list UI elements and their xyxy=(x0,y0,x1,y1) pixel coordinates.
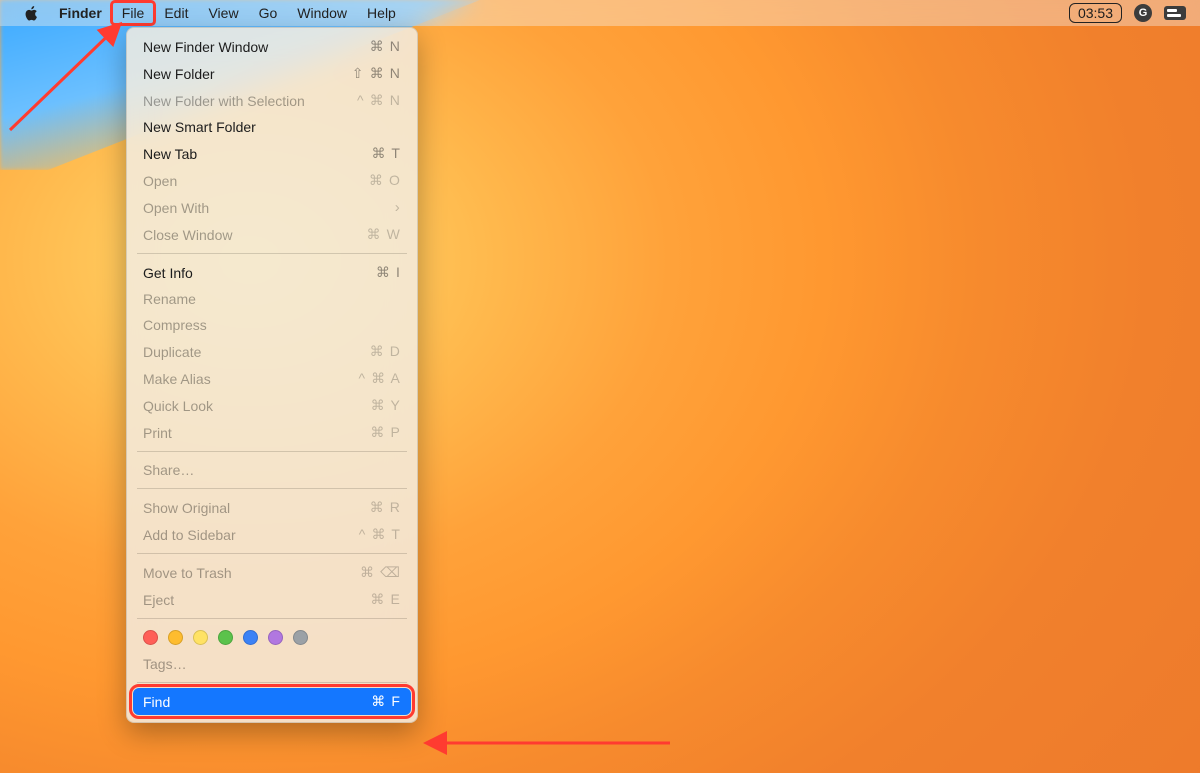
menu-item-print: Print ⌘ P xyxy=(127,419,417,446)
menu-separator xyxy=(137,488,407,489)
menu-item-get-info[interactable]: Get Info ⌘ I xyxy=(127,259,417,286)
menu-item-shortcut: ⌘ ⌫ xyxy=(360,564,401,581)
menu-item-shortcut: ⌘ E xyxy=(370,591,401,608)
menu-item-quick-look: Quick Look ⌘ Y xyxy=(127,392,417,419)
menu-item-show-original: Show Original ⌘ R xyxy=(127,494,417,521)
menu-item-label: Add to Sidebar xyxy=(143,527,236,543)
menu-separator xyxy=(137,553,407,554)
menu-item-duplicate: Duplicate ⌘ D xyxy=(127,338,417,365)
menu-item-label: Open With xyxy=(143,200,209,216)
menu-item-rename: Rename xyxy=(127,286,417,312)
menu-item-label: Open xyxy=(143,173,177,189)
menu-separator xyxy=(137,451,407,452)
menu-item-label: Print xyxy=(143,425,172,441)
menu-item-new-folder[interactable]: New Folder ⇧ ⌘ N xyxy=(127,60,417,87)
menu-item-new-finder-window[interactable]: New Finder Window ⌘ N xyxy=(127,33,417,60)
menubar-app[interactable]: Finder xyxy=(49,2,112,24)
menu-item-shortcut: ^ ⌘ T xyxy=(359,526,401,543)
menubar-item-go[interactable]: Go xyxy=(249,2,288,24)
menubar: Finder FileEditViewGoWindowHelp 03:53 G xyxy=(0,0,1200,26)
menu-item-label: Find xyxy=(143,694,170,710)
tag-color-dot[interactable] xyxy=(293,630,308,645)
menubar-item-window[interactable]: Window xyxy=(287,2,357,24)
menu-item-label: Share… xyxy=(143,462,194,478)
menu-item-move-to-trash: Move to Trash ⌘ ⌫ xyxy=(127,559,417,586)
tag-color-dot[interactable] xyxy=(218,630,233,645)
menubar-item-file[interactable]: File xyxy=(112,2,155,24)
control-center-icon[interactable] xyxy=(1164,6,1186,20)
menubar-item-view[interactable]: View xyxy=(198,2,248,24)
menu-item-shortcut: ⌘ T xyxy=(371,145,401,162)
menu-item-shortcut: ⌘ O xyxy=(369,172,401,189)
grammarly-menubar-icon[interactable]: G xyxy=(1134,4,1152,22)
menu-item-open: Open ⌘ O xyxy=(127,167,417,194)
file-menu-dropdown: New Finder Window⌘ NNew Folder⇧ ⌘ NNew F… xyxy=(126,27,418,723)
menu-item-label: New Smart Folder xyxy=(143,119,256,135)
menu-item-eject: Eject ⌘ E xyxy=(127,586,417,613)
menu-item-shortcut: ⌘ F xyxy=(371,693,401,710)
menu-item-shortcut: ⌘ R xyxy=(370,499,401,516)
menu-item-add-to-sidebar: Add to Sidebar ^ ⌘ T xyxy=(127,521,417,548)
menu-item-label: Tags… xyxy=(143,656,187,672)
menu-item-find[interactable]: Find ⌘ F xyxy=(133,688,411,715)
menu-item-tags: Tags… xyxy=(127,651,417,677)
menu-item-label: Close Window xyxy=(143,227,232,243)
tag-color-dot[interactable] xyxy=(243,630,258,645)
menu-item-make-alias: Make Alias ^ ⌘ A xyxy=(127,365,417,392)
menu-separator xyxy=(137,253,407,254)
menu-tag-colors xyxy=(127,624,417,651)
menu-item-shortcut: ⌘ N xyxy=(370,38,401,55)
tag-color-dot[interactable] xyxy=(143,630,158,645)
menu-item-label: Duplicate xyxy=(143,344,201,360)
menu-item-shortcut: ^ ⌘ A xyxy=(358,370,401,387)
menu-item-shortcut: ⌘ I xyxy=(376,264,401,281)
menu-item-label: Quick Look xyxy=(143,398,213,414)
tag-color-dot[interactable] xyxy=(268,630,283,645)
menu-item-shortcut: ⌘ W xyxy=(367,226,401,243)
menubar-item-edit[interactable]: Edit xyxy=(154,2,198,24)
tag-color-dot[interactable] xyxy=(193,630,208,645)
menu-item-label: Get Info xyxy=(143,265,193,281)
menu-item-label: New Tab xyxy=(143,146,197,162)
menu-item-shortcut: ⌘ Y xyxy=(371,397,401,414)
menu-item-share: Share… xyxy=(127,457,417,483)
menu-separator xyxy=(137,682,407,683)
menu-item-label: Rename xyxy=(143,291,196,307)
menu-item-compress: Compress xyxy=(127,312,417,338)
menu-separator xyxy=(137,618,407,619)
menu-item-new-smart-folder[interactable]: New Smart Folder xyxy=(127,114,417,140)
apple-menu-icon[interactable] xyxy=(14,2,49,25)
menu-item-label: Make Alias xyxy=(143,371,211,387)
menu-item-shortcut: ⌘ D xyxy=(370,343,401,360)
menu-item-label: Compress xyxy=(143,317,207,333)
tag-color-dot[interactable] xyxy=(168,630,183,645)
menu-item-label: Move to Trash xyxy=(143,565,232,581)
menu-item-shortcut: › xyxy=(395,199,401,216)
menu-item-shortcut: ^ ⌘ N xyxy=(357,92,401,109)
menu-item-new-tab[interactable]: New Tab ⌘ T xyxy=(127,140,417,167)
menu-item-label: Eject xyxy=(143,592,174,608)
menu-item-close-window: Close Window ⌘ W xyxy=(127,221,417,248)
menu-item-label: New Finder Window xyxy=(143,39,268,55)
menubar-clock[interactable]: 03:53 xyxy=(1069,3,1122,23)
menubar-item-help[interactable]: Help xyxy=(357,2,406,24)
menu-item-label: New Folder xyxy=(143,66,215,82)
menu-item-shortcut: ⌘ P xyxy=(370,424,401,441)
menu-item-label: New Folder with Selection xyxy=(143,93,305,109)
menu-item-open-with: Open With › xyxy=(127,194,417,221)
menu-item-new-folder-with-selection: New Folder with Selection ^ ⌘ N xyxy=(127,87,417,114)
menu-item-shortcut: ⇧ ⌘ N xyxy=(352,65,401,82)
menu-item-label: Show Original xyxy=(143,500,230,516)
